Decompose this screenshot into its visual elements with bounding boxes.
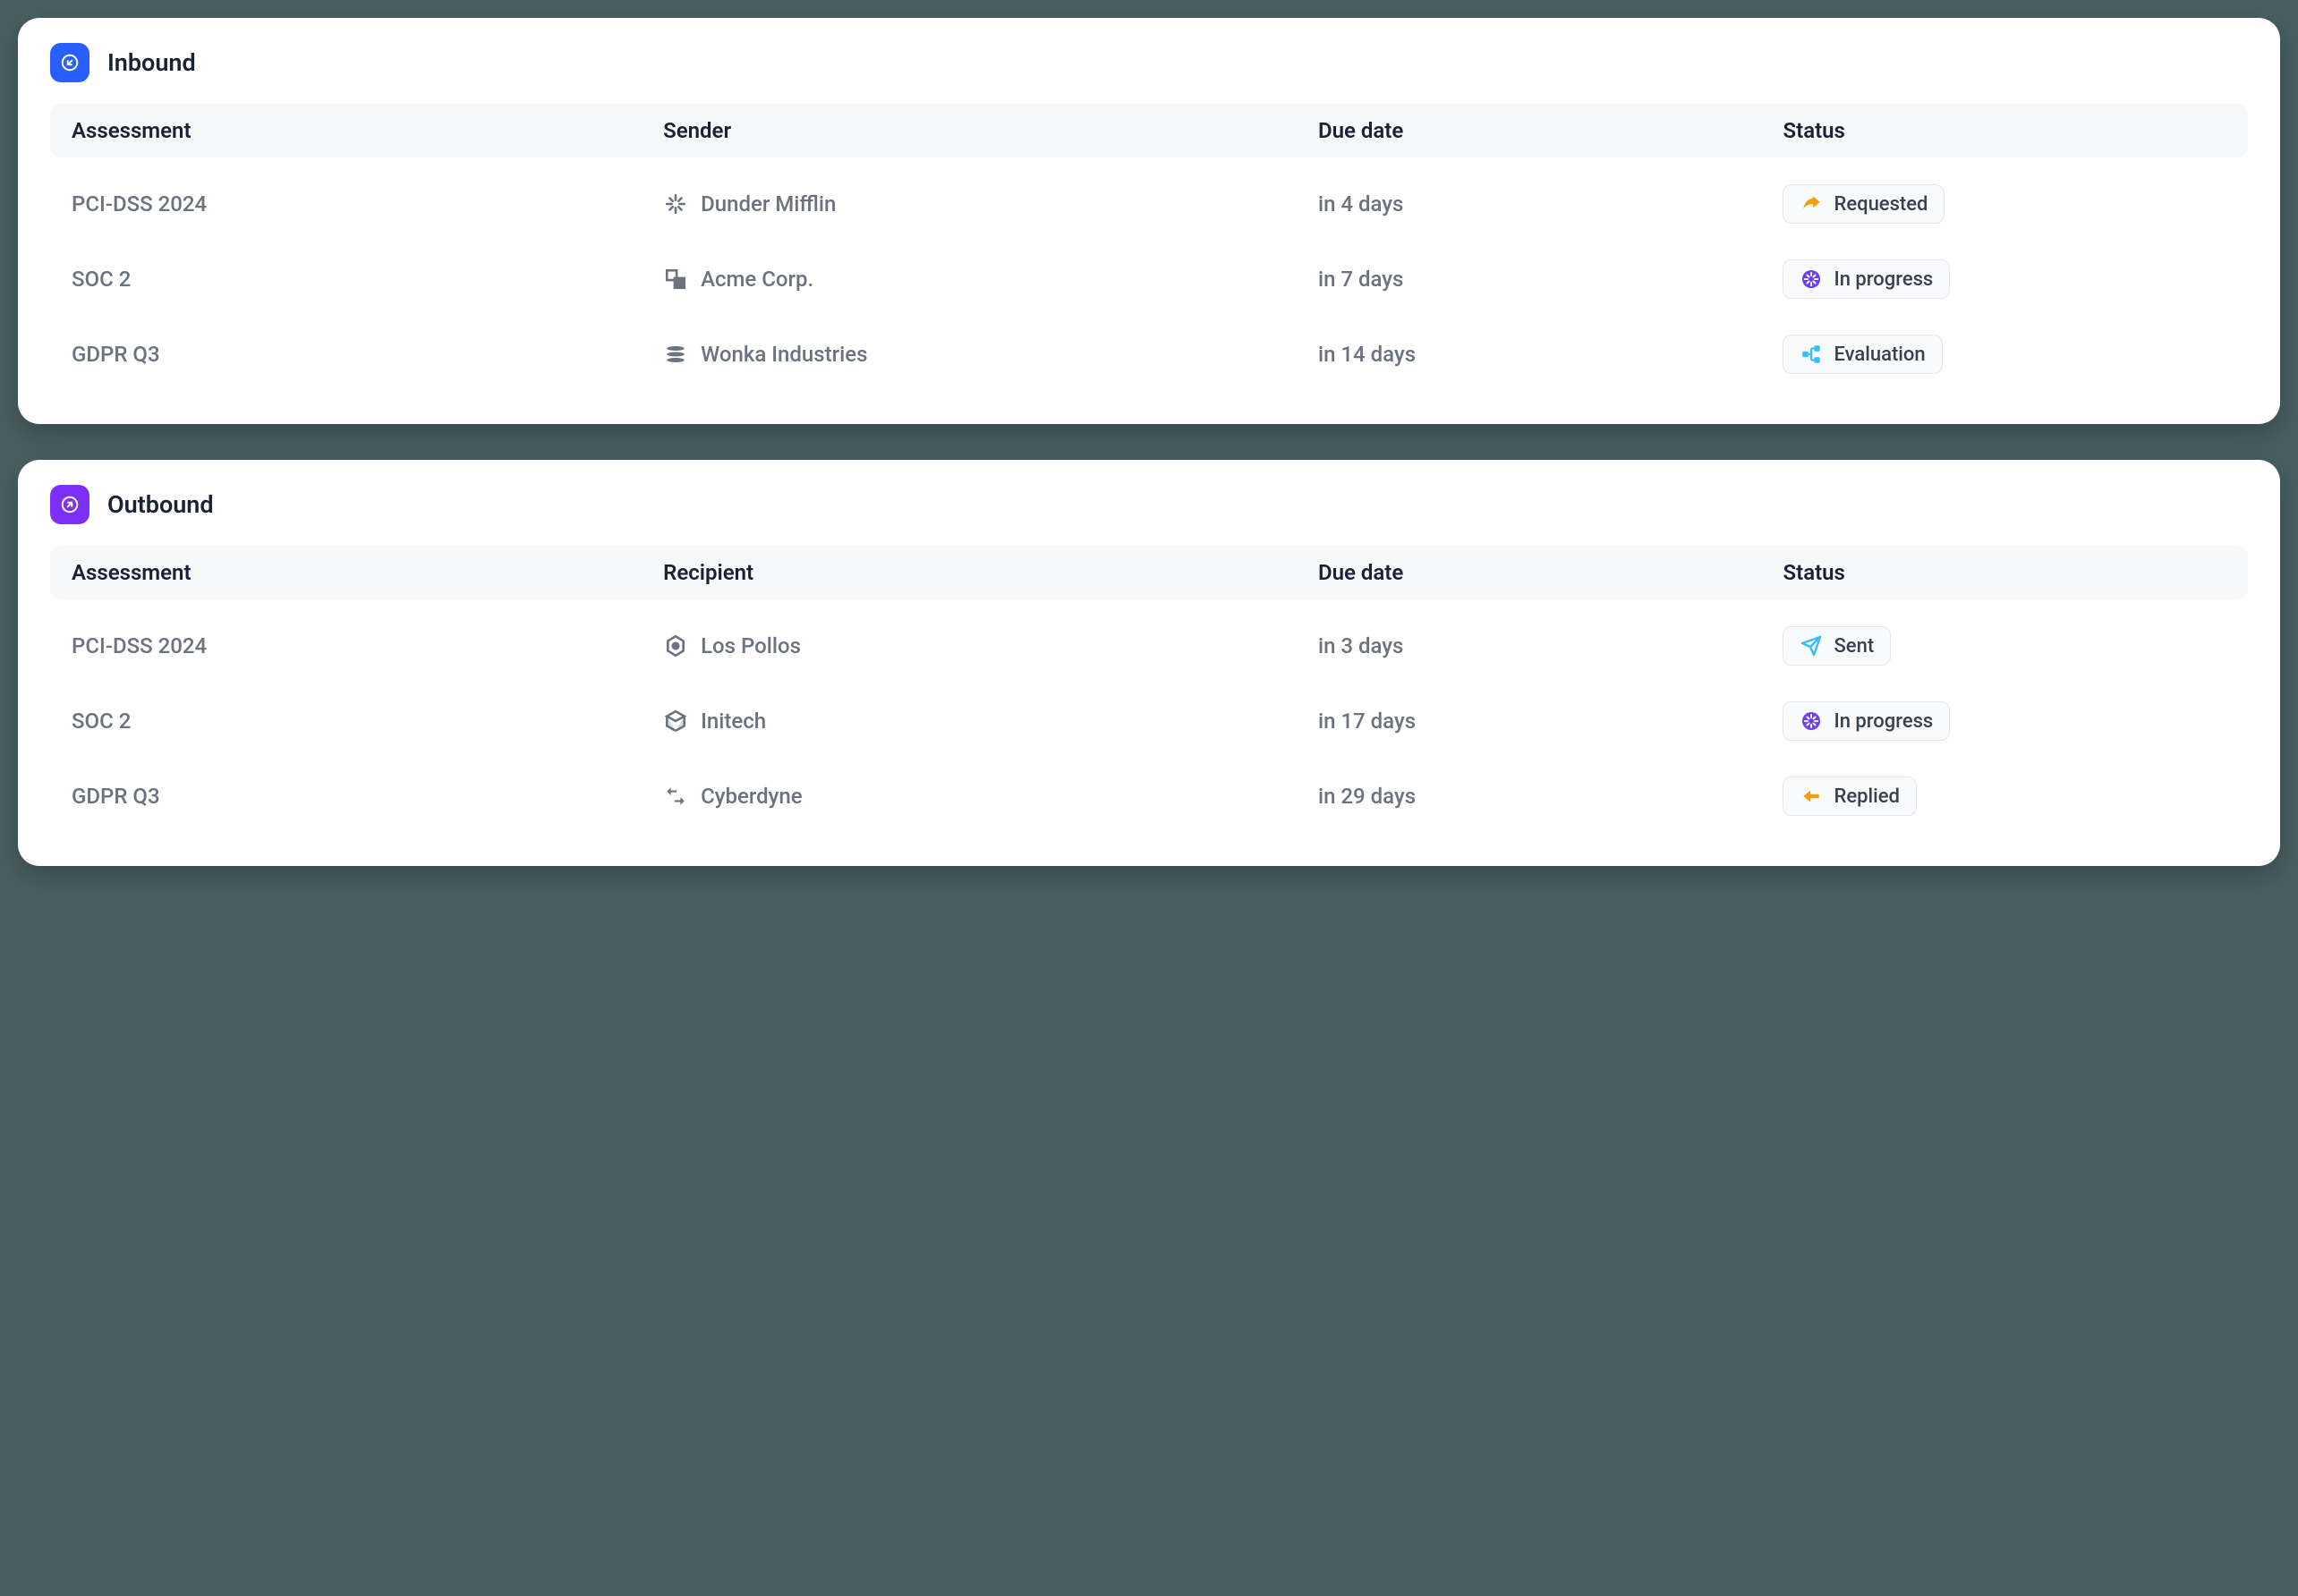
assessment-name: SOC 2 [72,709,642,734]
assessment-name: PCI-DSS 2024 [72,191,642,216]
due-date: in 17 days [1318,709,1762,734]
starburst-icon [663,191,688,216]
target-icon [663,633,688,658]
due-date: in 7 days [1318,267,1762,292]
outbound-header: Outbound [50,485,2248,524]
due-date: in 3 days [1318,633,1762,658]
layers-icon [663,342,688,367]
table-row[interactable]: GDPR Q3 Cyberdyne in 29 days Replied [50,759,2248,834]
recipient-name: Cyberdyne [701,784,803,809]
inbound-card: Inbound Assessment Sender Due date Statu… [18,18,2280,424]
assessment-name: PCI-DSS 2024 [72,633,642,658]
progress-icon [1800,709,1823,733]
table-row[interactable]: PCI-DSS 2024 Los Pollos in 3 days [50,608,2248,683]
assessment-name: GDPR Q3 [72,784,642,809]
arrows-icon [663,784,688,809]
col-recipient: Recipient [663,560,1297,585]
reply-icon [1800,785,1823,808]
inbound-header: Inbound [50,43,2248,82]
outbound-table-body: PCI-DSS 2024 Los Pollos in 3 days [50,608,2248,834]
sender-cell: Dunder Mifflin [663,191,1297,216]
sender-name: Dunder Mifflin [701,191,836,216]
status-label: Replied [1834,785,1899,808]
table-row[interactable]: PCI-DSS 2024 Dunder Mifflin in 4 days Re… [50,166,2248,242]
share-icon [1800,192,1823,216]
status-badge[interactable]: Requested [1783,184,1945,224]
sender-cell: Acme Corp. [663,267,1297,292]
col-assessment: Assessment [72,560,642,585]
due-date: in 4 days [1318,191,1762,216]
outbound-icon [50,485,89,524]
inbound-table-header: Assessment Sender Due date Status [50,104,2248,157]
status-cell: Evaluation [1783,335,2226,374]
outbound-title: Outbound [107,490,214,519]
progress-icon [1800,267,1823,291]
table-row[interactable]: SOC 2 Initech in 17 days [50,683,2248,759]
cube-icon [663,709,688,734]
status-badge[interactable]: In progress [1783,701,1950,741]
status-label: Requested [1834,193,1928,216]
inbound-title: Inbound [107,48,196,77]
status-cell: Requested [1783,184,2226,224]
col-due: Due date [1318,118,1762,143]
due-date: in 29 days [1318,784,1762,809]
status-cell: In progress [1783,259,2226,299]
col-status: Status [1783,118,2226,143]
outbound-card: Outbound Assessment Recipient Due date S… [18,460,2280,866]
col-status: Status [1783,560,2226,585]
sender-cell: Wonka Industries [663,342,1297,367]
table-row[interactable]: GDPR Q3 Wonka Industries in 14 days [50,317,2248,392]
inbound-icon [50,43,89,82]
recipient-cell: Los Pollos [663,633,1297,658]
assessment-name: SOC 2 [72,267,642,292]
shapes-icon [663,267,688,292]
sitemap-icon [1800,343,1823,366]
status-label: Evaluation [1834,344,1925,366]
status-badge[interactable]: Sent [1783,626,1891,666]
table-row[interactable]: SOC 2 Acme Corp. in 7 days [50,242,2248,317]
status-label: Sent [1834,635,1874,658]
recipient-cell: Cyberdyne [663,784,1297,809]
col-sender: Sender [663,118,1297,143]
status-badge[interactable]: Evaluation [1783,335,1942,374]
recipient-cell: Initech [663,709,1297,734]
status-label: In progress [1834,710,1933,733]
outbound-table-header: Assessment Recipient Due date Status [50,546,2248,599]
sender-name: Wonka Industries [701,342,867,367]
status-cell: Sent [1783,626,2226,666]
status-cell: In progress [1783,701,2226,741]
status-cell: Replied [1783,777,2226,816]
due-date: in 14 days [1318,342,1762,367]
send-icon [1800,634,1823,658]
status-badge[interactable]: Replied [1783,777,1916,816]
status-badge[interactable]: In progress [1783,259,1950,299]
inbound-table-body: PCI-DSS 2024 Dunder Mifflin in 4 days Re… [50,166,2248,392]
sender-name: Acme Corp. [701,267,813,292]
status-label: In progress [1834,268,1933,291]
assessment-name: GDPR Q3 [72,342,642,367]
recipient-name: Los Pollos [701,633,801,658]
col-assessment: Assessment [72,118,642,143]
col-due: Due date [1318,560,1762,585]
recipient-name: Initech [701,709,766,734]
